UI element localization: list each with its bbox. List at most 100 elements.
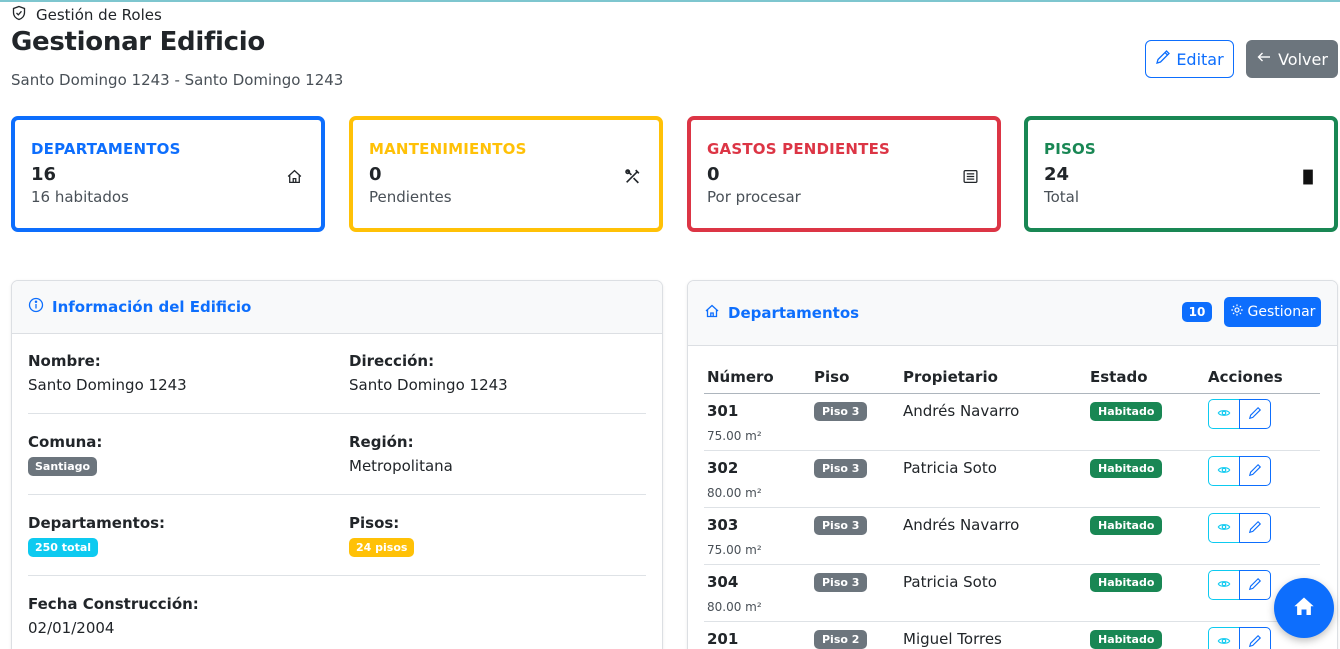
edit-row-button[interactable] <box>1239 513 1271 543</box>
edit-button-label: Editar <box>1176 49 1224 69</box>
info-icon <box>28 297 44 317</box>
stat-label: MANTENIMIENTOS <box>369 140 527 158</box>
row-numero: 303 <box>707 516 739 534</box>
row-area: 80.00 m² <box>707 600 762 614</box>
table-row: 201 Piso 2 Miguel Torres Habitado <box>704 622 1320 649</box>
card-header: Información del Edificio <box>12 281 662 334</box>
edit-button[interactable]: Editar <box>1145 40 1234 78</box>
gestionar-button[interactable]: Gestionar <box>1224 297 1321 327</box>
table-row: 303 75.00 m² Piso 3 Andrés Navarro Habit… <box>704 508 1320 565</box>
row-numero: 301 <box>707 402 739 420</box>
row-estado-badge: Habitado <box>1090 459 1163 478</box>
pencil-icon <box>1155 49 1171 69</box>
back-button[interactable]: Volver <box>1246 40 1338 78</box>
row-propietario: Patricia Soto <box>903 573 997 591</box>
building-info-card: Información del Edificio Nombre: Santo Do… <box>11 280 663 649</box>
row-area: 80.00 m² <box>707 486 762 500</box>
card-title: Información del Edificio <box>52 298 252 316</box>
view-button[interactable] <box>1208 627 1240 649</box>
row-numero: 304 <box>707 573 739 591</box>
stat-card-gastos: GASTOS PENDIENTES 0 Por procesar <box>687 116 1001 232</box>
breadcrumb-label: Gestión de Roles <box>36 6 162 24</box>
departamentos-badge: 250 total <box>28 538 99 557</box>
pencil-icon <box>1248 405 1262 424</box>
row-numero: 201 <box>707 630 739 648</box>
stat-sub: 16 habitados <box>31 188 129 206</box>
eye-icon <box>1217 633 1231 649</box>
pencil-icon <box>1248 462 1262 481</box>
table-row: 302 80.00 m² Piso 3 Patricia Soto Habita… <box>704 451 1320 508</box>
eye-icon <box>1217 405 1231 424</box>
tools-icon <box>624 168 641 185</box>
column-header-piso: Piso <box>814 368 850 386</box>
edit-row-button[interactable] <box>1239 627 1271 649</box>
column-header-propietario: Propietario <box>903 368 998 386</box>
stat-label: GASTOS PENDIENTES <box>707 140 891 158</box>
shield-icon <box>11 5 27 25</box>
stat-sub: Total <box>1044 188 1080 206</box>
row-piso-badge: Piso 3 <box>814 573 868 592</box>
row-piso-badge: Piso 3 <box>814 459 868 478</box>
view-button[interactable] <box>1208 399 1240 429</box>
pencil-icon <box>1248 519 1262 538</box>
building-icon <box>1299 168 1316 185</box>
fecha-value: 02/01/2004 <box>28 619 115 637</box>
receipt-icon <box>962 168 979 185</box>
breadcrumb: Gestión de Roles <box>11 5 162 25</box>
direccion-label: Dirección: <box>349 352 435 370</box>
row-estado-badge: Habitado <box>1090 402 1163 421</box>
pencil-icon <box>1248 633 1262 649</box>
row-piso-badge: Piso 3 <box>814 516 868 535</box>
stat-value: 16 <box>31 164 57 185</box>
home-fab-button[interactable] <box>1274 578 1334 638</box>
row-estado-badge: Habitado <box>1090 573 1163 592</box>
pisos-label: Pisos: <box>349 514 400 532</box>
info-row: Nombre: Santo Domingo 1243 Dirección: Sant… <box>28 352 646 414</box>
info-row: Fecha Construcción: 02/01/2004 <box>28 595 646 649</box>
nombre-value: Santo Domingo 1243 <box>28 376 187 394</box>
table-row: 301 75.00 m² Piso 3 Andrés Navarro Habit… <box>704 394 1320 451</box>
comuna-badge: Santiago <box>28 457 98 476</box>
page-title: Gestionar Edificio <box>11 27 265 57</box>
row-estado-badge: Habitado <box>1090 630 1163 649</box>
house-icon <box>704 303 720 323</box>
edit-row-button[interactable] <box>1239 456 1271 486</box>
column-header-numero: Número <box>707 368 774 386</box>
nombre-label: Nombre: <box>28 352 101 370</box>
eye-icon <box>1217 519 1231 538</box>
departamentos-count-badge: 10 <box>1182 302 1212 322</box>
gestionar-label: Gestionar <box>1247 304 1316 320</box>
page-subtitle: Santo Domingo 1243 - Santo Domingo 1243 <box>11 71 344 89</box>
edit-row-button[interactable] <box>1239 399 1271 429</box>
fecha-label: Fecha Construcción: <box>28 595 199 613</box>
stat-label: PISOS <box>1044 140 1096 158</box>
eye-icon <box>1217 462 1231 481</box>
row-numero: 302 <box>707 459 739 477</box>
view-button[interactable] <box>1208 456 1240 486</box>
edit-row-button[interactable] <box>1239 570 1271 600</box>
stat-value: 24 <box>1044 164 1070 185</box>
stat-sub: Pendientes <box>369 188 452 206</box>
stat-value: 0 <box>369 164 382 185</box>
row-piso-badge: Piso 2 <box>814 630 868 649</box>
eye-icon <box>1217 576 1231 595</box>
house-icon <box>286 168 303 185</box>
gear-icon <box>1230 303 1244 321</box>
stat-card-mantenimientos: MANTENIMIENTOS 0 Pendientes <box>349 116 663 232</box>
row-propietario: Miguel Torres <box>903 630 1002 648</box>
view-button[interactable] <box>1208 513 1240 543</box>
region-label: Región: <box>349 433 414 451</box>
row-area: 75.00 m² <box>707 543 762 557</box>
row-propietario: Patricia Soto <box>903 459 997 477</box>
top-accent-line <box>0 0 1340 2</box>
pisos-badge: 24 pisos <box>349 538 415 557</box>
view-button[interactable] <box>1208 570 1240 600</box>
row-area: 75.00 m² <box>707 429 762 443</box>
arrow-left-icon <box>1256 49 1272 69</box>
departamentos-label: Departamentos: <box>28 514 166 532</box>
pencil-icon <box>1248 576 1262 595</box>
stat-value: 0 <box>707 164 720 185</box>
comuna-label: Comuna: <box>28 433 103 451</box>
house-icon <box>1293 595 1315 621</box>
row-propietario: Andrés Navarro <box>903 402 1020 420</box>
